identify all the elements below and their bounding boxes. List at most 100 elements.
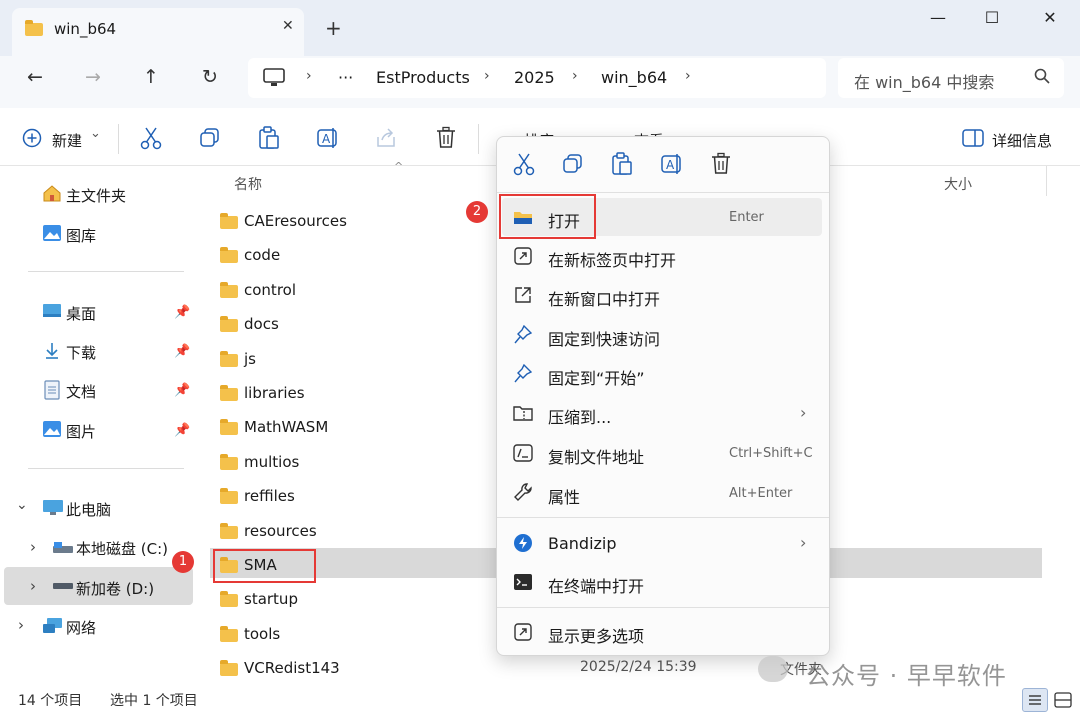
column-divider — [1046, 166, 1047, 196]
details-button[interactable]: 详细信息 — [992, 130, 1052, 151]
cut-icon[interactable] — [513, 152, 535, 176]
menu-item-open-terminal[interactable]: 在终端中打开 — [548, 573, 644, 597]
file-name: CAEresources — [244, 212, 347, 230]
pin-icon[interactable]: 📌 — [174, 423, 190, 438]
menu-divider — [497, 607, 829, 608]
sidebar-item-desktop[interactable]: 桌面 — [66, 303, 96, 324]
menu-item-properties[interactable]: 属性 — [548, 484, 580, 508]
chevron-right-icon[interactable]: › — [685, 68, 691, 84]
tiles-view-icon[interactable] — [1054, 692, 1072, 708]
highlight-box-sma — [213, 549, 316, 583]
cut-icon[interactable] — [140, 126, 162, 150]
rename-icon[interactable]: A — [660, 152, 684, 176]
column-header-size[interactable]: 大小 — [944, 174, 972, 194]
folder-icon — [220, 523, 238, 539]
svg-text:A: A — [322, 132, 331, 146]
annotation-badge-1: 1 — [172, 551, 194, 573]
file-name: multios — [244, 453, 300, 471]
chevron-right-icon[interactable]: › — [484, 68, 490, 84]
menu-item-bandizip[interactable]: Bandizip — [548, 534, 617, 553]
sidebar-item-drive-c[interactable]: 本地磁盘 (C:) — [76, 538, 168, 559]
delete-icon[interactable] — [435, 126, 457, 150]
wechat-logo-icon — [758, 656, 788, 682]
search-icon[interactable] — [1034, 68, 1050, 84]
details-pane-icon[interactable] — [962, 129, 984, 147]
sidebar-item-pictures[interactable]: 图片 — [66, 421, 96, 442]
up-icon[interactable]: ↑ — [136, 66, 166, 92]
copy-icon[interactable] — [199, 127, 221, 149]
back-icon[interactable]: ← — [20, 66, 50, 92]
maximize-icon[interactable]: ☐ — [972, 8, 1012, 30]
breadcrumb-estproducts[interactable]: EstProducts — [376, 68, 470, 87]
pin-icon — [514, 325, 532, 344]
paste-icon[interactable] — [611, 152, 633, 176]
delete-icon[interactable] — [710, 152, 732, 176]
folder-icon — [220, 385, 238, 401]
chevron-down-icon[interactable]: ⌄ — [90, 126, 101, 141]
folder-icon — [220, 247, 238, 263]
sidebar-item-network[interactable]: 网络 — [66, 617, 96, 638]
menu-item-open-new-tab[interactable]: 在新标签页中打开 — [548, 247, 676, 271]
file-name: VCRedist143 — [244, 659, 340, 677]
pin-icon — [514, 364, 532, 383]
paste-icon[interactable] — [258, 126, 280, 150]
chevron-right-icon[interactable]: › — [18, 616, 24, 634]
menu-item-copy-path[interactable]: 复制文件地址 — [548, 444, 644, 468]
sidebar-item-documents[interactable]: 文档 — [66, 381, 96, 402]
file-name: code — [244, 246, 281, 264]
folder-icon — [220, 213, 238, 229]
copy-icon[interactable] — [562, 153, 584, 175]
new-button[interactable]: 新建 — [52, 130, 82, 151]
sidebar-item-drive-d[interactable]: 新加卷 (D:) — [76, 578, 154, 599]
sidebar-item-gallery[interactable]: 图库 — [66, 225, 96, 246]
watermark: 公众号 · 早早软件 — [806, 662, 1007, 690]
column-header-name[interactable]: 名称 — [234, 174, 262, 194]
tab-title: win_b64 — [54, 20, 117, 38]
drive-d-icon — [53, 583, 73, 589]
status-selected-count: 选中 1 个项目 — [110, 693, 198, 709]
details-view-icon — [1029, 695, 1041, 705]
forward-icon[interactable]: → — [78, 66, 108, 92]
pin-icon[interactable]: 📌 — [174, 344, 190, 359]
new-tab-icon[interactable]: + — [325, 16, 342, 40]
minimize-icon[interactable]: — — [918, 8, 958, 30]
sidebar-item-home[interactable]: 主文件夹 — [66, 185, 126, 206]
new-icon[interactable] — [22, 128, 42, 148]
menu-item-pin-quick-access[interactable]: 固定到快速访问 — [548, 326, 660, 350]
share-icon[interactable] — [375, 127, 397, 149]
folder-icon — [220, 626, 238, 642]
search-input[interactable]: 在 win_b64 中搜索 — [854, 69, 994, 93]
chevron-down-icon[interactable]: ⌄ — [16, 497, 28, 513]
refresh-icon[interactable]: ↻ — [195, 66, 225, 92]
chevron-right-icon[interactable]: › — [30, 538, 36, 556]
chevron-right-icon: › — [800, 403, 807, 422]
document-icon — [44, 380, 60, 400]
breadcrumb-2025[interactable]: 2025 — [514, 68, 555, 87]
close-window-icon[interactable]: ✕ — [1030, 8, 1070, 30]
breadcrumb-more[interactable]: ··· — [338, 68, 353, 87]
compress-icon — [513, 406, 533, 421]
menu-item-open-new-window[interactable]: 在新窗口中打开 — [548, 286, 660, 310]
chevron-right-icon[interactable]: › — [572, 68, 578, 84]
folder-icon — [220, 419, 238, 435]
menu-item-pin-start[interactable]: 固定到“开始” — [548, 365, 645, 389]
pin-icon[interactable]: 📌 — [174, 305, 190, 320]
svg-text:A: A — [666, 158, 675, 172]
chevron-right-icon[interactable]: › — [30, 577, 36, 595]
sidebar-item-this-pc[interactable]: 此电脑 — [66, 499, 111, 520]
sidebar-item-downloads[interactable]: 下载 — [66, 342, 96, 363]
toolbar-divider — [478, 124, 479, 154]
file-name: js — [244, 350, 256, 368]
bandizip-icon — [514, 534, 532, 552]
folder-icon — [220, 454, 238, 470]
pin-icon[interactable]: 📌 — [174, 383, 190, 398]
computer-icon — [263, 68, 285, 86]
folder-icon — [220, 282, 238, 298]
menu-item-show-more-options[interactable]: 显示更多选项 — [548, 623, 644, 647]
menu-item-compress[interactable]: 压缩到... — [548, 404, 611, 428]
file-name: control — [244, 281, 296, 299]
breadcrumb-win-b64[interactable]: win_b64 — [601, 68, 667, 87]
tab-close-icon[interactable]: ✕ — [282, 18, 294, 34]
rename-icon[interactable]: A — [316, 126, 340, 150]
new-tab-open-icon — [514, 247, 532, 265]
